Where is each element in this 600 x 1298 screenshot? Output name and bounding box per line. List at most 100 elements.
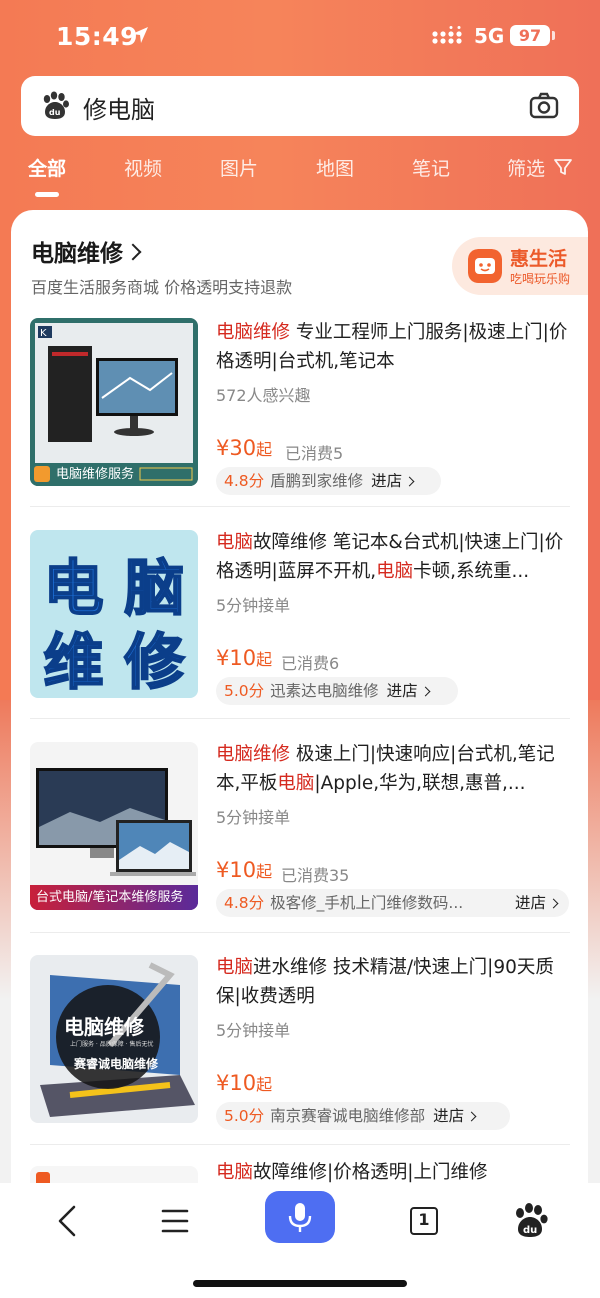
tab-filter[interactable]: 筛选 — [507, 154, 545, 181]
back-icon[interactable] — [48, 1201, 88, 1241]
price-symbol: ¥ — [216, 858, 230, 882]
thumbnail-tagline: 上门服务 · 品质保障 · 售后无忧 — [70, 1041, 154, 1048]
tab-video[interactable]: 视频 — [124, 154, 162, 181]
svg-text:du: du — [523, 1225, 537, 1236]
store-score: 5.0分 — [224, 1107, 265, 1125]
title-highlight: 电脑 — [216, 1162, 254, 1183]
store-link[interactable]: 5.0分 南京赛睿诚电脑维修部 进店 — [216, 1102, 510, 1130]
price-symbol: ¥ — [216, 436, 230, 460]
thumbnail-caption: 台式电脑/笔记本维修服务 — [36, 890, 184, 905]
divider — [30, 1144, 570, 1145]
price-suffix: 起 — [256, 440, 273, 459]
item-sold: 已消费35 — [281, 866, 350, 885]
item-meta: 572人感兴趣 — [216, 386, 311, 405]
location-arrow-icon — [132, 27, 148, 43]
card-title-text: 电脑维修 — [31, 241, 123, 267]
hui-shenghuo-badge[interactable]: 惠生活 吃喝玩乐购 — [452, 237, 588, 295]
item-title[interactable]: 电脑维修 专业工程师上门服务|极速上门|价格透明|台式机,笔记本 — [216, 318, 571, 376]
store-link[interactable]: 4.8分 极客修_手机上门维修数码... 进店 — [216, 889, 569, 917]
battery-indicator: 97 — [510, 25, 550, 46]
item-title[interactable]: 电脑进水维修 技术精湛/快速上门|90天质保|收费透明 — [216, 953, 571, 1011]
title-text: 故障维修|价格透明|上门维修 — [253, 1162, 488, 1183]
item-price: ¥30起 — [216, 436, 272, 460]
thumbnail-image: 电脑维修 上门服务 · 品质保障 · 售后无忧 赛睿诚电脑维修 — [30, 955, 198, 1123]
chevron-right-icon — [124, 243, 142, 261]
badge-subtitle: 吃喝玩乐购 — [510, 272, 571, 286]
item-price: ¥10起 — [216, 646, 272, 670]
price-value: 10 — [229, 858, 257, 882]
desktop-computer-image: K — [30, 323, 198, 486]
divider — [30, 932, 570, 933]
thumbnail-image: K 电脑维修服务 — [30, 318, 198, 486]
service-result-card: 电脑维修 百度生活服务商城 价格透明支持退款 惠生活 吃喝玩乐购 K 电脑维修服… — [11, 210, 588, 1210]
thumbnail-image: 台式电脑/笔记本维修服务 — [30, 742, 198, 910]
title-highlight: 电脑 — [216, 532, 254, 553]
store-name: 南京赛睿诚电脑维修部 — [270, 1107, 426, 1125]
divider — [30, 718, 570, 719]
filter-icon[interactable] — [553, 157, 573, 177]
title-text: 进水维修 技术精湛/快速上门|90天质保|收费透明 — [216, 957, 554, 1007]
card-title[interactable]: 电脑维修 — [31, 234, 142, 268]
network-type: 5G — [474, 24, 505, 48]
item-meta: 5分钟接单 — [216, 808, 291, 827]
divider — [30, 506, 570, 507]
mic-icon — [288, 1203, 312, 1232]
store-score: 5.0分 — [224, 682, 265, 700]
cellular-signal-icon — [432, 26, 462, 44]
active-tab-indicator — [35, 192, 59, 197]
status-time: 15:49 — [56, 22, 139, 51]
title-highlight: 电脑维修 — [216, 744, 291, 765]
battery-tip — [552, 31, 555, 40]
badge-title: 惠生活 — [510, 248, 568, 270]
search-tabs: 全部 视频 图片 地图 笔记 筛选 — [0, 150, 600, 200]
item-price: ¥10起 — [216, 858, 272, 882]
home-indicator — [193, 1280, 407, 1287]
voice-search-button[interactable] — [265, 1191, 335, 1243]
hui-shenghuo-logo-icon — [468, 249, 502, 283]
computers-image — [30, 768, 198, 910]
thumbnail-text-line-2: 维 修 — [43, 627, 186, 698]
search-bar[interactable]: du 修电脑 — [21, 76, 579, 136]
tab-images[interactable]: 图片 — [220, 154, 258, 181]
store-link[interactable]: 5.0分 迅素达电脑维修 进店 — [216, 677, 458, 705]
price-suffix: 起 — [256, 1075, 273, 1094]
title-highlight: 电脑 — [277, 773, 315, 794]
bottom-toolbar: 1 du — [0, 1183, 600, 1298]
price-symbol: ¥ — [216, 646, 230, 670]
thumbnail-caption: 电脑维修服务 — [56, 467, 135, 482]
thumbnail-brand: 赛睿诚电脑维修 — [74, 1057, 159, 1071]
title-text: 卡顿,系统重... — [413, 561, 530, 582]
item-sold: 已消费5 — [285, 444, 344, 463]
enter-store-link[interactable]: 进店 — [387, 682, 429, 700]
tabs-count-button[interactable]: 1 — [404, 1201, 444, 1241]
baidu-paw-icon[interactable]: du — [510, 1201, 550, 1241]
status-bar: 15:49 5G 97 — [0, 0, 600, 70]
price-symbol: ¥ — [216, 1071, 230, 1095]
enter-store-link[interactable]: 进店 — [371, 472, 413, 490]
tabs-count: 1 — [418, 1210, 430, 1229]
thumbnail-title: 电脑维修 — [64, 1015, 144, 1039]
price-suffix: 起 — [256, 862, 273, 881]
store-name: 迅素达电脑维修 — [270, 682, 379, 700]
thumbnail-image: 电 脑 维 修 — [30, 530, 198, 698]
tab-map[interactable]: 地图 — [316, 154, 354, 181]
tab-notes[interactable]: 笔记 — [412, 154, 450, 181]
camera-icon[interactable] — [529, 92, 559, 120]
enter-store-link[interactable]: 进店 — [433, 1107, 475, 1125]
enter-store-link[interactable]: 进店 — [515, 889, 557, 917]
store-name: 盾鹏到家维修 — [270, 472, 364, 490]
search-input[interactable]: 修电脑 — [83, 90, 155, 125]
svg-text:K: K — [40, 328, 47, 339]
price-value: 30 — [229, 436, 257, 460]
item-title[interactable]: 电脑故障维修 笔记本&台式机|快速上门|价格透明|蓝屏不开机,电脑卡顿,系统重.… — [216, 528, 571, 586]
store-name: 极客修_手机上门维修数码... — [270, 894, 464, 912]
item-price: ¥10起 — [216, 1071, 272, 1095]
menu-icon[interactable] — [156, 1201, 196, 1241]
item-title[interactable]: 电脑维修 极速上门|快速响应|台式机,笔记本,平板电脑|Apple,华为,联想,… — [216, 740, 571, 798]
store-link[interactable]: 4.8分 盾鹏到家维修 进店 — [216, 467, 441, 495]
price-value: 10 — [229, 646, 257, 670]
store-score: 4.8分 — [224, 472, 265, 490]
baidu-paw-icon: du — [43, 91, 69, 119]
tab-all[interactable]: 全部 — [28, 154, 66, 181]
title-highlight: 电脑 — [216, 957, 254, 978]
